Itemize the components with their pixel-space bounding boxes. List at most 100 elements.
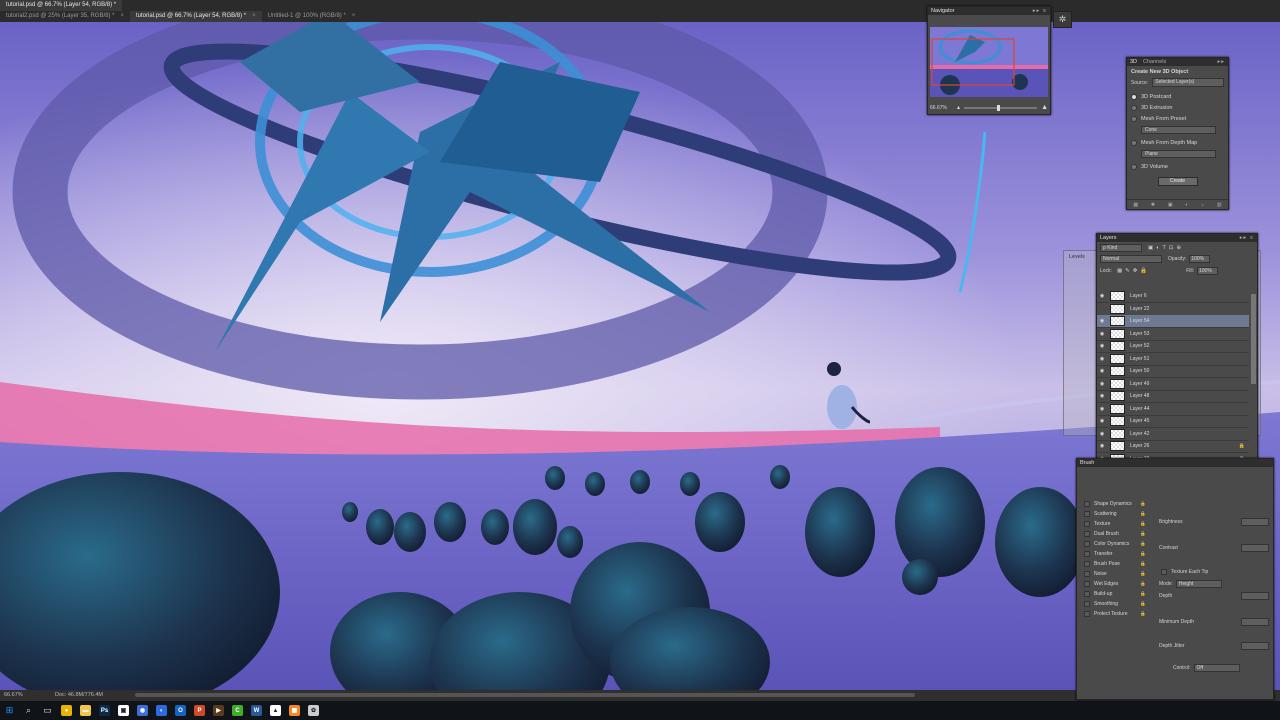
option-mesh-from-depth-map[interactable]: Mesh From Depth Map [1131, 138, 1224, 149]
visibility-eye-icon[interactable]: ◉ [1097, 431, 1107, 437]
lock-icon[interactable]: 🔒 [1140, 499, 1146, 509]
zoom-slider[interactable] [963, 104, 1038, 111]
visibility-eye-icon[interactable]: ◉ [1097, 418, 1107, 424]
layer-name[interactable]: Layer 44 [1130, 406, 1149, 412]
minimum-depth-field[interactable] [1241, 618, 1269, 626]
layer-name[interactable]: Layer 45 [1130, 418, 1149, 424]
brush-setting-item[interactable]: Noise 🔒 [1084, 569, 1146, 579]
zoom-slider-thumb[interactable] [996, 104, 1000, 111]
outlook-icon[interactable]: O [171, 701, 190, 720]
layer-name[interactable]: Layer 26 [1130, 443, 1149, 449]
camera-icon[interactable]: ⌂ [1201, 202, 1204, 208]
layer-thumbnail[interactable] [1110, 303, 1125, 314]
contrast-field[interactable] [1241, 544, 1269, 552]
opacity-field[interactable]: 100% [1189, 255, 1211, 263]
lock-icon[interactable]: 🔒 [1140, 519, 1146, 529]
lock-icon[interactable]: 🔒 [1140, 539, 1146, 549]
close-icon[interactable]: × [120, 13, 124, 19]
checkbox-icon[interactable] [1084, 581, 1090, 587]
brush-setting-item[interactable]: Protect Texture 🔒 [1084, 609, 1146, 619]
layer-row[interactable]: Layer 22 [1097, 303, 1249, 316]
tab-untitled-1[interactable]: Untitled-1 @ 100% (RGB/8) * × [262, 11, 362, 22]
layer-row[interactable]: ◉ Layer 26 🔒 [1097, 440, 1249, 453]
layer-thumbnail[interactable] [1110, 366, 1125, 376]
layer-name[interactable]: Layer 42 [1130, 431, 1149, 437]
brush-setting-item[interactable]: Color Dynamics 🔒 [1084, 539, 1146, 549]
radio-icon[interactable] [1131, 139, 1137, 146]
trash-icon[interactable]: ▥ [1217, 202, 1222, 208]
navigator-zoom-value[interactable]: 66.67% [930, 105, 947, 111]
option-mesh-from-preset[interactable]: Mesh From Preset [1131, 114, 1224, 125]
checkbox-icon[interactable] [1084, 591, 1090, 597]
zoom-out-icon[interactable]: ▴ [957, 104, 960, 111]
layer-thumbnail[interactable] [1110, 291, 1125, 301]
layer-name[interactable]: Layer 52 [1130, 343, 1149, 349]
radio-icon[interactable] [1131, 163, 1137, 170]
create-button[interactable]: Create [1157, 177, 1198, 186]
layer-row[interactable]: ◉ Layer 49 [1097, 378, 1249, 391]
layer-thumbnail[interactable] [1110, 391, 1125, 401]
fill-field[interactable]: 100% [1197, 267, 1218, 275]
panel-menu-icon[interactable]: ▸▸ [1217, 59, 1225, 65]
layer-name[interactable]: Layer 51 [1130, 356, 1149, 362]
layers-scrollbar[interactable] [1251, 294, 1256, 384]
powerpoint-icon[interactable]: P [190, 701, 209, 720]
camtasia-icon[interactable]: C [228, 701, 247, 720]
depth-map-select[interactable]: Plane [1141, 150, 1216, 158]
layer-row[interactable]: ◉ Layer 42 [1097, 428, 1249, 441]
light-icon[interactable]: ✺ [1151, 202, 1155, 208]
tab-tutorial[interactable]: tutorial.psd @ 66.7% (Layer 54, RGB/8) *… [130, 11, 262, 22]
radio-icon[interactable] [1131, 104, 1137, 111]
radio-icon[interactable] [1131, 115, 1137, 122]
radio-selected-icon[interactable] [1131, 93, 1137, 100]
media-icon[interactable]: ◉ [133, 701, 152, 720]
tab-3d[interactable]: 3D [1130, 59, 1137, 65]
visibility-eye-icon[interactable]: ◉ [1097, 406, 1107, 412]
layer-name[interactable]: Layer 6 [1130, 293, 1147, 299]
close-icon[interactable]: × [352, 13, 356, 19]
option-3d-volume[interactable]: 3D Volume [1131, 162, 1224, 173]
visibility-eye-icon[interactable]: ◉ [1097, 393, 1107, 399]
photos-icon[interactable]: ▲ [266, 701, 285, 720]
scene-icon[interactable]: ▦ [1133, 202, 1138, 208]
chrome-icon[interactable]: ● [57, 701, 76, 720]
lock-icons[interactable]: ▦✎✥🔒 [1117, 268, 1150, 274]
lock-icon[interactable]: 🔒 [1140, 569, 1146, 579]
horizontal-scrollbar[interactable] [135, 693, 915, 697]
visibility-eye-icon[interactable]: ◉ [1097, 331, 1107, 337]
navigator-title[interactable]: Navigator [931, 8, 955, 14]
layer-thumbnail[interactable] [1110, 378, 1125, 389]
checkbox-icon[interactable] [1084, 571, 1090, 577]
windows-start-icon[interactable]: ⊞ [0, 701, 19, 720]
layer-thumbnail[interactable] [1110, 316, 1125, 326]
option-3d-extrusion[interactable]: 3D Extrusion [1131, 103, 1224, 114]
checkbox-icon[interactable] [1084, 521, 1090, 527]
layer-thumbnail[interactable] [1110, 353, 1125, 364]
task-view-icon[interactable]: ▭ [38, 701, 57, 720]
lock-icon[interactable]: 🔒 [1140, 599, 1146, 609]
checkbox-icon[interactable] [1084, 611, 1090, 617]
brush-setting-item[interactable]: Dual Brush 🔒 [1084, 529, 1146, 539]
video-editor-icon[interactable]: ▶ [209, 701, 228, 720]
navigator-thumbnail[interactable] [930, 27, 1048, 97]
layer-row[interactable]: ◉ Layer 50 [1097, 365, 1249, 378]
layer-thumbnail[interactable] [1110, 441, 1125, 451]
brush-tab[interactable]: Brush [1080, 460, 1094, 466]
layer-row[interactable]: ◉ Layer 44 [1097, 403, 1249, 416]
layer-name[interactable]: Layer 22 [1130, 306, 1149, 312]
search-icon[interactable]: ⌕ [19, 701, 38, 720]
source-select[interactable]: Selected Layer(s) [1152, 78, 1224, 87]
app-icon[interactable]: ✿ [304, 701, 323, 720]
kind-filter[interactable]: ρ Kind [1100, 243, 1142, 252]
texture-each-tip-row[interactable]: Texture Each Tip [1159, 566, 1269, 578]
lock-icon[interactable]: 🔒 [1140, 559, 1146, 569]
brush-setting-item[interactable]: Smoothing 🔒 [1084, 599, 1146, 609]
close-icon[interactable]: × [252, 13, 256, 19]
lock-icon[interactable]: 🔒 [1140, 549, 1146, 559]
option-3d-postcard[interactable]: 3D Postcard [1131, 92, 1224, 103]
layer-name[interactable]: Layer 49 [1130, 381, 1149, 387]
visibility-eye-icon[interactable]: ◉ [1097, 443, 1107, 449]
layer-thumbnail[interactable] [1110, 403, 1125, 414]
layer-row[interactable]: ◉ Layer 48 [1097, 390, 1249, 403]
file-explorer-icon[interactable]: ▬ [76, 701, 95, 720]
